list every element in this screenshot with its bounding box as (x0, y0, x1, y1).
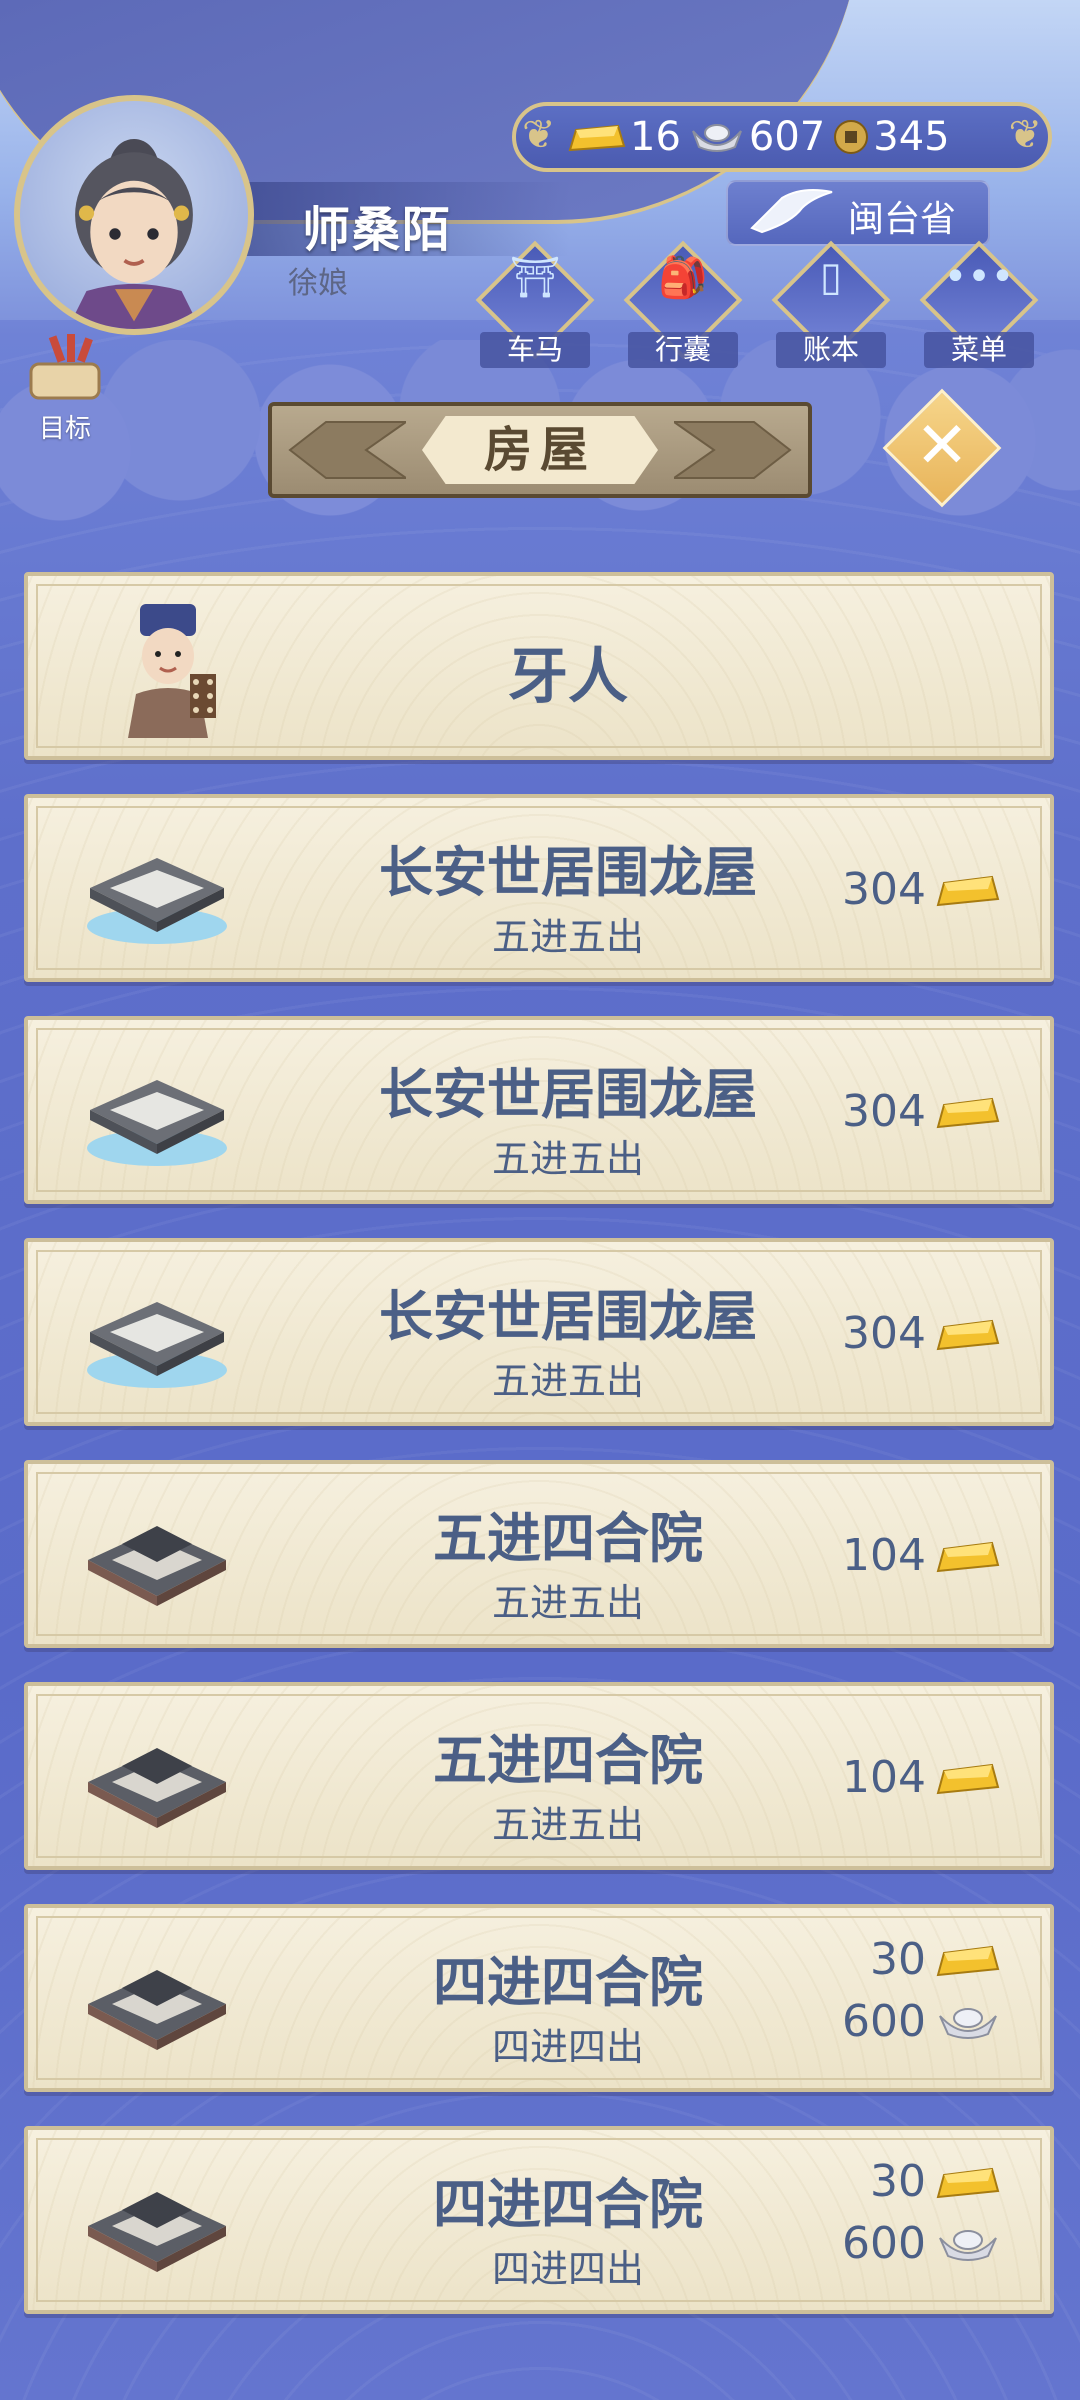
house-name: 四进四合院 (433, 1951, 703, 2014)
silver-price-value: 600 (842, 1996, 926, 2047)
section-header: 房屋 (268, 402, 812, 498)
carriage-label: 车马 (480, 332, 590, 368)
gold-ingot-icon (936, 875, 1000, 906)
gold-price-value: 104 (842, 1752, 926, 1803)
section-title: 房屋 (422, 416, 658, 484)
silver-ingot-icon (939, 2007, 997, 2039)
goal-label: 目标 (38, 414, 91, 444)
ledger-button[interactable]: ▯ 账本 (771, 240, 891, 368)
house-layout: 五进五出 (491, 1137, 644, 1181)
ornament-right-icon (674, 421, 792, 479)
silver-price-value: 600 (842, 2218, 926, 2269)
coin-amount: 345 (873, 114, 950, 160)
gold-price-value: 30 (870, 1934, 926, 1985)
menu-button[interactable]: ••• 菜单 (919, 240, 1039, 368)
house-row[interactable]: 五进四合院 五进五出 104 (24, 1460, 1054, 1648)
gold-price: 104 (842, 1752, 1000, 1803)
gold-ingot-icon (936, 2167, 1000, 2198)
house-row[interactable]: 四进四合院 四进四出 30 600 (24, 2126, 1054, 2314)
courtyard-house-icon (88, 1970, 226, 2050)
house-name: 五进四合院 (433, 1729, 703, 1792)
silver-amount: 607 (748, 114, 826, 160)
house-layout: 四进四出 (491, 2247, 644, 2291)
gold-price-value: 304 (842, 864, 926, 915)
player-title: 徐娘 (288, 266, 348, 301)
region-map-icon (750, 189, 833, 234)
player-avatar[interactable] (14, 95, 254, 335)
house-row[interactable]: 四进四合院 四进四出 30 600 (24, 1904, 1054, 2092)
gold-ingot-icon (936, 1541, 1000, 1572)
house-row[interactable]: 五进四合院 五进五出 104 (24, 1682, 1054, 1870)
broker-npc-icon (128, 604, 216, 738)
silver-price: 600 (842, 2218, 1000, 2269)
region-label: 闽台省 (848, 199, 957, 240)
house-row[interactable]: 长安世居围龙屋 五进五出 304 (24, 1016, 1054, 1204)
bag-label: 行囊 (628, 332, 738, 368)
region-button[interactable]: 闽台省 (726, 180, 990, 246)
house-layout: 五进五出 (491, 915, 644, 959)
house-layout: 五进五出 (491, 1581, 644, 1625)
house-layout: 四进四出 (491, 2025, 644, 2069)
broker-row[interactable]: 牙人 (24, 572, 1054, 760)
menu-label: 菜单 (924, 332, 1034, 368)
gold-ingot-icon (936, 1097, 1000, 1128)
house-layout: 五进五出 (491, 1359, 644, 1403)
gold-ingot-icon (568, 124, 626, 152)
avatar-portrait-icon (67, 139, 201, 329)
house-layout: 五进五出 (491, 1803, 644, 1847)
carriage-icon: ⛩ (509, 255, 561, 301)
currency-bar: ❦ 16 607 345 ❦ (512, 102, 1052, 172)
house-name: 五进四合院 (433, 1507, 703, 1570)
gold-amount: 16 (630, 114, 681, 160)
courtyard-house-icon (88, 2192, 226, 2272)
carriage-button[interactable]: ⛩ 车马 (475, 240, 595, 368)
ledger-label: 账本 (776, 332, 886, 368)
coin-currency: 345 (833, 114, 950, 160)
player-name: 师桑陌 (302, 202, 453, 258)
gold-price: 304 (842, 1086, 1000, 1137)
bamboo-right-icon: ❦ (1008, 112, 1042, 158)
gold-price: 304 (842, 864, 1000, 915)
house-row[interactable]: 长安世居围龙屋 五进五出 304 (24, 794, 1054, 982)
gold-price: 30 (870, 1934, 1000, 1985)
bag-button[interactable]: 🎒 行囊 (623, 240, 743, 368)
broker-title: 牙人 (508, 642, 628, 712)
house-name: 四进四合院 (433, 2173, 703, 2236)
house-name: 长安世居围龙屋 (379, 841, 757, 904)
bag-icon: 🎒 (658, 255, 708, 301)
gold-price-value: 304 (842, 1086, 926, 1137)
ledger-icon: ▯ (819, 254, 842, 300)
courtyard-house-icon (88, 1748, 226, 1828)
silver-ingot-icon (691, 124, 742, 152)
gold-ingot-icon (936, 1319, 1000, 1350)
house-row[interactable]: 长安世居围龙屋 五进五出 304 (24, 1238, 1054, 1426)
walled-house-icon (87, 1080, 227, 1166)
walled-house-icon (87, 858, 227, 944)
silver-currency: 607 (689, 114, 825, 160)
gold-currency: 16 (568, 114, 681, 160)
bamboo-left-icon: ❦ (522, 112, 556, 158)
gold-ingot-icon (936, 1945, 1000, 1976)
gold-price: 304 (842, 1308, 1000, 1359)
silver-price: 600 (842, 1996, 1000, 2047)
gold-price: 30 (870, 2156, 1000, 2207)
gold-price-value: 104 (842, 1530, 926, 1581)
house-name: 长安世居围龙屋 (379, 1285, 757, 1348)
ornament-left-icon (288, 421, 406, 479)
scroll-icon (29, 334, 101, 400)
goal-button[interactable]: 目标 (20, 330, 110, 445)
gold-price: 104 (842, 1530, 1000, 1581)
gold-price-value: 30 (870, 2156, 926, 2207)
copper-coin-icon (834, 120, 869, 154)
walled-house-icon (87, 1302, 227, 1388)
gold-price-value: 304 (842, 1308, 926, 1359)
courtyard-house-icon (88, 1526, 226, 1606)
menu-dots-icon: ••• (943, 254, 1015, 300)
house-name: 长安世居围龙屋 (379, 1063, 757, 1126)
silver-ingot-icon (939, 2229, 997, 2261)
close-icon[interactable]: ✕ (900, 404, 984, 488)
gold-ingot-icon (936, 1763, 1000, 1794)
